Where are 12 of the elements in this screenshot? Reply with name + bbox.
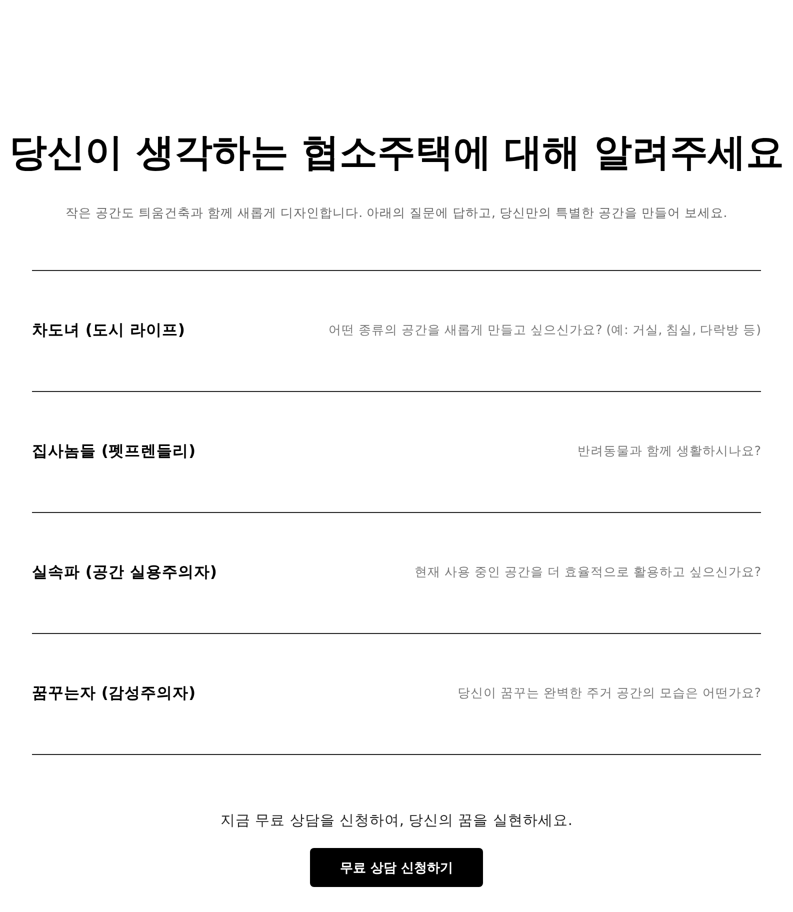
consultation-button[interactable]: 무료 상담 신청하기 (310, 848, 483, 887)
persona-question: 당신이 꿈꾸는 완벽한 주거 공간의 모습은 어떤가요? (458, 685, 761, 702)
persona-question: 현재 사용 중인 공간을 더 효율적으로 활용하고 싶으신가요? (414, 564, 761, 581)
page-title: 당신이 생각하는 협소주택에 대해 알려주세요 (9, 129, 784, 176)
persona-label: 집사놈들 (펫프렌들리) (32, 441, 196, 462)
persona-question: 반려동물과 함께 생활하시나요? (577, 443, 761, 460)
page-subtitle: 작은 공간도 틔움건축과 함께 새롭게 디자인합니다. 아래의 질문에 답하고, 당신만의 특별한 공간을 만들어 보세요. (66, 204, 728, 222)
persona-label: 차도녀 (도시 라이프) (32, 320, 185, 341)
persona-question: 어떤 종류의 공간을 새롭게 만들고 싶으신가요? (예: 거실, 침실, 다락방 등) (328, 322, 761, 339)
persona-label: 실속파 (공간 실용주의자) (32, 562, 217, 583)
cta-text: 지금 무료 상담을 신청하여, 당신의 꿈을 실현하세요. (220, 812, 572, 831)
persona-label: 꿈꾸는자 (감성주의자) (32, 683, 196, 704)
